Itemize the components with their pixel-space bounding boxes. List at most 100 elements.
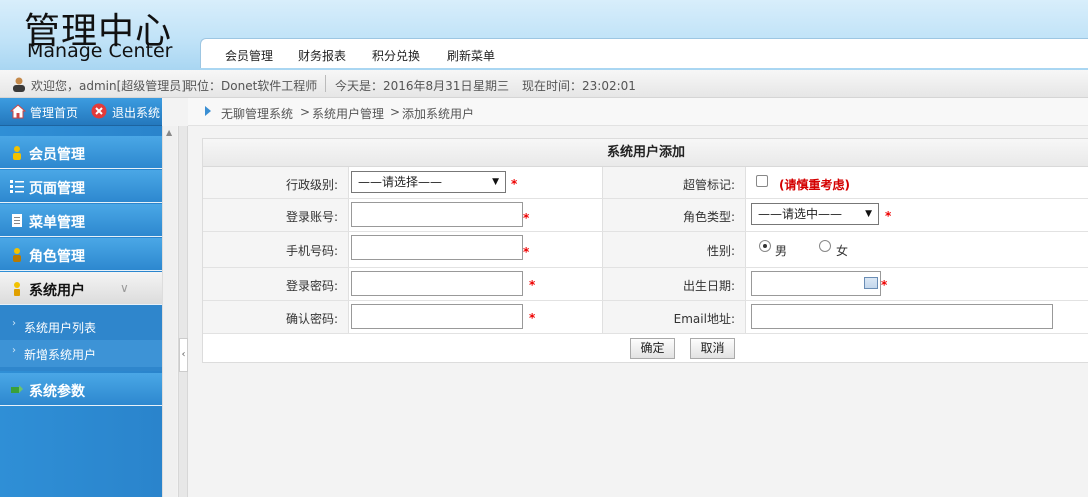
divider [325,75,326,92]
form-row: 登录账号: * 角色类型: ——请选中—— ▼ * [203,199,1088,232]
label-cell: 登录账号: [203,199,349,231]
birthday-input[interactable] [751,271,881,296]
sidebar-item-roles[interactable]: 角色管理 [0,238,162,271]
crumb-sep: > [300,105,311,119]
password-input[interactable] [351,271,523,296]
sidebar-item-system-users[interactable]: 系统用户 ∨ [0,272,162,305]
super-flag-checkbox[interactable] [756,175,768,187]
nav-member[interactable]: 会员管理 [225,47,273,64]
submit-button[interactable]: 确定 [630,338,675,359]
weekday-text: 星期三 [473,79,510,93]
label-cell: 登录密码: [203,268,349,300]
role-select[interactable]: ——请选中—— ▼ [751,203,879,225]
sidebar-top: 管理首页 退出系统 [0,98,162,126]
birthday-label: 出生日期: [682,279,735,293]
confirm-password-input[interactable] [351,304,523,329]
sidebar-item-system-params[interactable]: 系统参数 [0,373,162,406]
scroll-up-icon[interactable]: ▲ [166,128,172,137]
label-cell: 出生日期: [603,268,746,300]
password-label: 登录密码: [285,279,338,293]
header: 管理中心 Manage Center 会员管理 财务报表 积分兑换 刷新菜单 [0,0,1088,70]
submenu-item-add-user[interactable]: › 新增系统用户 [0,340,162,367]
gender-male-radio[interactable] [759,240,771,252]
sidebar-item-menus[interactable]: 菜单管理 [0,204,162,237]
required-mark: * [529,311,536,325]
gender-female-radio[interactable] [819,240,831,252]
sidebar-item-pages[interactable]: 页面管理 [0,170,162,203]
input-cell: * [349,232,603,267]
crumb-sep: > [390,105,401,119]
gender-label: 性别: [706,244,735,258]
cancel-button[interactable]: 取消 [690,338,735,359]
email-input[interactable] [751,304,1053,329]
super-flag-warning: (请慎重考虑) [779,178,850,192]
input-cell [746,301,1088,333]
calendar-icon[interactable] [864,277,878,289]
crumb-system[interactable]: 无聊管理系统 [221,105,293,122]
admin-level-select[interactable]: ——请选择—— ▼ [351,171,506,193]
breadcrumb-arrow-icon [205,106,211,116]
breadcrumb: 无聊管理系统 > 系统用户管理 > 添加系统用户 [188,98,1088,126]
document-icon [12,214,22,227]
confirm-label: 确认密码: [285,312,338,326]
required-mark: * [523,245,530,259]
input-cell: * [746,268,1088,300]
required-mark: * [529,278,536,292]
time-text: 现在时间：23:02:01 [522,79,636,93]
gender-female-label: 女 [836,244,849,258]
logo-subtitle: Manage Center [27,40,173,62]
phone-input[interactable] [351,235,523,260]
user-icon [13,77,25,92]
admin-level-value: ——请选择—— [358,175,443,189]
sidebar-item-label: 菜单管理 [29,215,85,231]
user-key-icon [14,282,20,296]
home-link[interactable]: 管理首页 [30,104,78,121]
label-cell: 确认密码: [203,301,349,333]
crumb-users[interactable]: 系统用户管理 [312,105,384,122]
account-input[interactable] [351,202,523,227]
input-cell: (请慎重考虑) [746,167,1088,198]
sidebar-item-member[interactable]: 会员管理 [0,136,162,169]
position-text: 职位：Donet软件工程师 [185,79,318,93]
submenu-item-label: 系统用户列表 [24,321,97,335]
user-form: 系统用户添加 行政级别: ——请选择—— ▼ * 超管标记: (请慎重考虑) 登… [202,138,1088,363]
label-cell: 超管标记: [603,167,746,198]
sidebar-item-label: 会员管理 [29,147,85,163]
label-cell: 行政级别: [203,167,349,198]
sidebar-collapse-bar: ‹ [178,126,188,497]
email-label: Email地址: [673,312,735,326]
nav-refresh[interactable]: 刷新菜单 [447,47,495,64]
logout-icon [91,103,107,119]
submenu: › 系统用户列表 › 新增系统用户 [0,305,162,371]
label-cell: 角色类型: [603,199,746,231]
super-flag-label: 超管标记: [682,178,735,192]
sidebar-item-label: 系统用户 [29,283,85,299]
label-cell: 手机号码: [203,232,349,267]
role-label: 角色类型: [682,210,735,224]
date-text: 今天是：2016年8月31日 [335,79,473,93]
submenu-item-label: 新增系统用户 [24,348,97,362]
logout-link[interactable]: 退出系统 [112,104,160,121]
form-title: 系统用户添加 [203,139,1088,167]
admin-level-label: 行政级别: [285,178,338,192]
input-cell: 男 女 [746,232,1088,267]
role-icon [13,248,21,262]
arrow-right-icon: › [12,345,16,356]
nav-finance[interactable]: 财务报表 [298,47,346,64]
dropdown-arrow-icon: ▼ [865,209,872,219]
form-row: 登录密码: * 出生日期: * [203,268,1088,301]
info-bar: 欢迎您，admin[超级管理员] 职位：Donet软件工程师 今天是：2016年… [0,70,1088,98]
sidebar-item-label: 系统参数 [29,384,85,400]
nav-points[interactable]: 积分兑换 [372,47,420,64]
required-mark: * [511,177,518,191]
role-value: ——请选中—— [758,207,843,221]
crumb-add: 添加系统用户 [402,107,475,121]
form-row: 确认密码: * Email地址: [203,301,1088,334]
input-cell: * [349,301,603,333]
submenu-item-user-list[interactable]: › 系统用户列表 [0,313,162,340]
sidebar: 管理首页 退出系统 会员管理 页面管理 菜单管理 角色管理 系统用户 ∨ › 系… [0,98,162,497]
sidebar-scrollbar[interactable]: ▲ [162,126,177,497]
required-mark: * [885,209,892,223]
collapse-handle[interactable]: ‹ [179,338,188,372]
phone-label: 手机号码: [285,244,338,258]
